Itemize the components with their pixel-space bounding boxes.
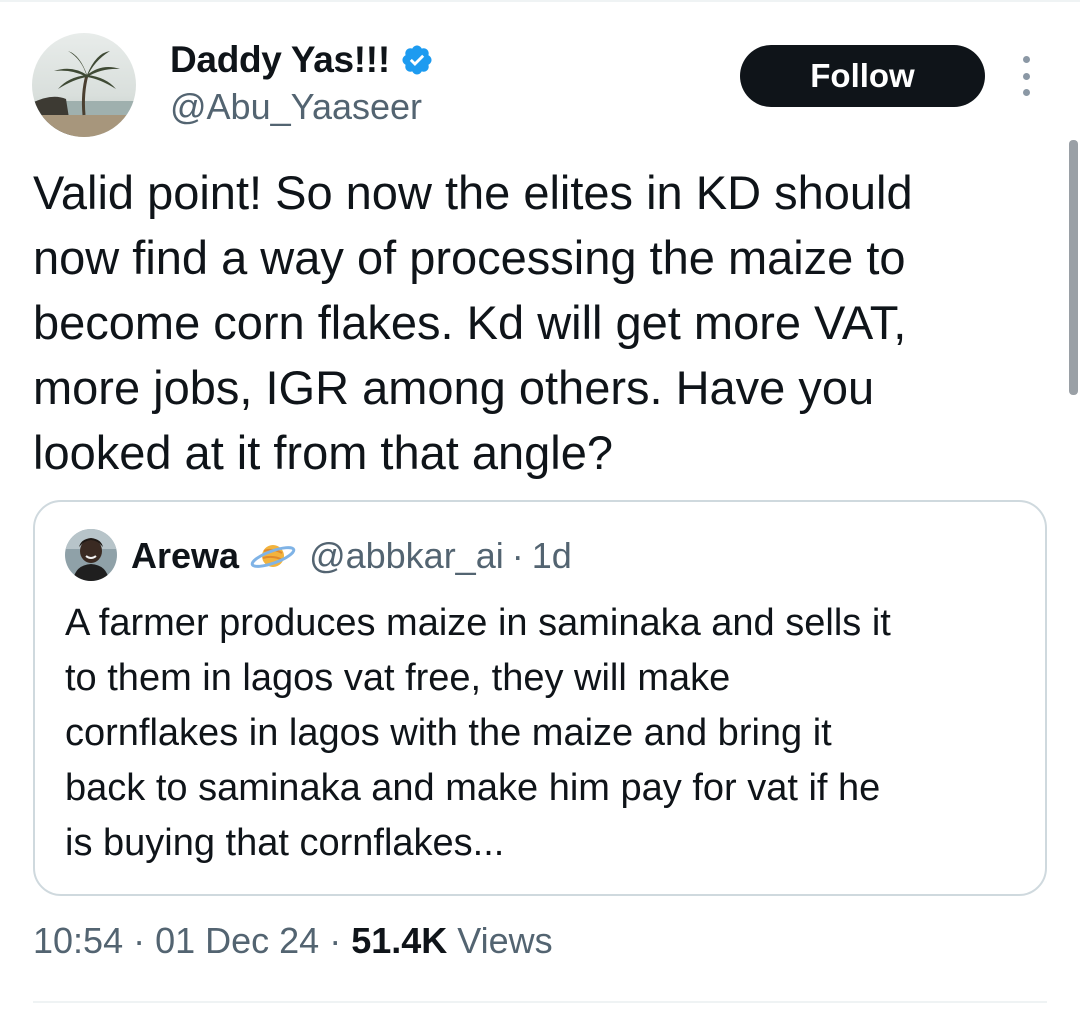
views-count[interactable]: 51.4K (351, 920, 447, 962)
author-handle[interactable]: @Abu_Yaaseer (170, 86, 422, 128)
quoted-author-avatar[interactable] (65, 529, 117, 581)
tweet-time[interactable]: 10:54 (33, 920, 123, 962)
author-name-text[interactable]: Daddy Yas!!! (170, 39, 390, 81)
quoted-tweet-card[interactable]: Arewa @abbkar_ai · 1d A farmer produces … (33, 500, 1047, 896)
more-dot (1022, 72, 1030, 80)
quoted-tweet-text: A farmer produces maize in saminaka and … (65, 602, 891, 864)
scrollbar-thumb[interactable] (1069, 140, 1078, 395)
meta-separator: · (133, 920, 146, 961)
follow-button[interactable]: Follow (740, 45, 985, 107)
planet-emoji-icon (249, 539, 297, 573)
quoted-timestamp[interactable]: 1d (532, 535, 572, 577)
tweet-date[interactable]: 01 Dec 24 (155, 920, 319, 962)
quoted-author-handle[interactable]: @abbkar_ai (309, 535, 504, 577)
author-avatar[interactable] (32, 33, 136, 137)
views-label: Views (457, 920, 553, 961)
meta-separator: · (329, 920, 342, 961)
more-options-icon[interactable] (1012, 56, 1040, 96)
quoted-author-name[interactable]: Arewa (131, 535, 239, 577)
tweet-text: Valid point! So now the elites in KD sho… (33, 166, 913, 479)
author-display-name[interactable]: Daddy Yas!!! (170, 38, 434, 82)
tweet-meta: 10:54 · 01 Dec 24 · 51.4K Views (33, 920, 553, 962)
more-dot (1022, 56, 1030, 63)
top-divider (0, 0, 1080, 2)
palm-tree-photo-icon (32, 33, 136, 137)
more-dot (1022, 89, 1030, 96)
quoted-separator: · (511, 535, 524, 576)
bottom-divider (33, 1001, 1047, 1003)
person-photo-icon (65, 529, 117, 581)
quoted-tweet-header: Arewa @abbkar_ai · 1d (131, 534, 572, 578)
verified-badge-icon[interactable] (400, 43, 434, 77)
